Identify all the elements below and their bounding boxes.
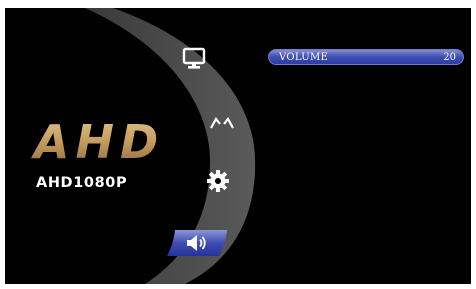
speaker-icon[interactable] xyxy=(185,233,209,253)
monitor-icon[interactable] xyxy=(181,47,207,71)
ahd-logo: AHD xyxy=(31,116,164,166)
volume-label: VOLUME xyxy=(279,52,329,63)
ahd-logo-text: AHD xyxy=(31,116,164,166)
osd-screen: AHD AHD1080P VOLUME 20 xyxy=(5,8,471,284)
chevrons-icon[interactable] xyxy=(207,115,237,131)
gear-icon[interactable] xyxy=(206,169,230,193)
volume-setting-row[interactable]: VOLUME 20 xyxy=(268,49,464,65)
model-label: AHD1080P xyxy=(36,175,128,191)
volume-value: 20 xyxy=(443,52,456,63)
